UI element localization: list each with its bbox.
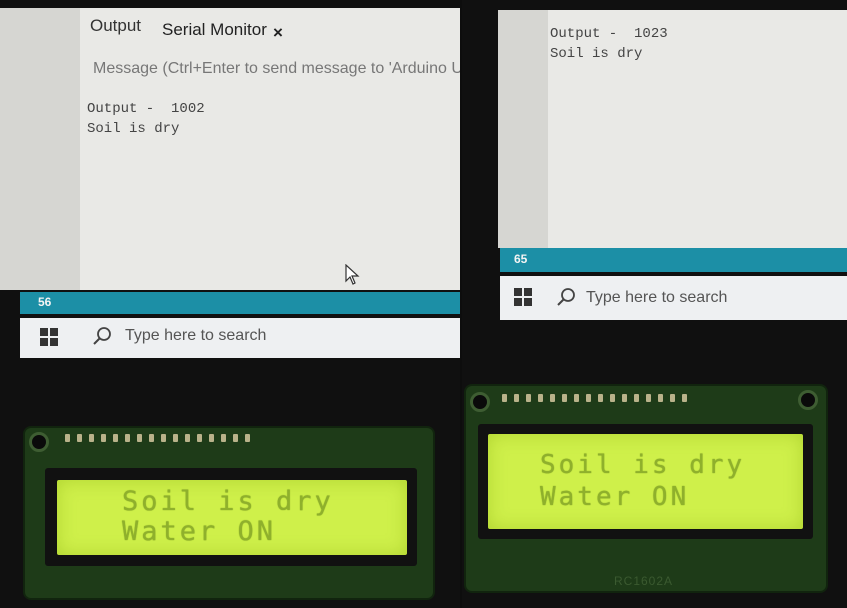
lcd-line-2: Water ON [122,516,277,547]
windows-logo-icon[interactable] [514,288,532,306]
lcd-model-label: RC1602A [614,574,674,588]
search-icon [557,288,575,306]
ide-status-bar: 65 [500,248,847,272]
mounting-hole [798,390,818,410]
mouse-cursor-icon [345,264,360,285]
right-photo: Output - 1023 Soil is dry 65 Type here t… [462,0,847,608]
serial-output-line: Soil is dry [550,46,643,62]
left-photo: Output Serial Monitor × Message (Ctrl+En… [0,0,460,608]
editor-gutter [498,10,548,248]
serial-output-line: Output - 1023 [550,26,668,42]
lcd-screen: Soil is dry Water ON [488,434,803,529]
lcd-module: Soil is dry Water ON [25,428,433,598]
lcd-screen: Soil is dry Water ON [57,480,407,555]
header-pins [65,434,250,444]
serial-output-line: Soil is dry [87,121,180,137]
serial-monitor-panel: Output - 1023 Soil is dry [548,10,847,248]
serial-monitor-panel: Output Serial Monitor × Message (Ctrl+En… [80,8,460,290]
taskbar-search-input[interactable]: Type here to search [586,289,727,307]
lcd-module: Soil is dry Water ON RC1602A [466,386,826,591]
arduino-ide-serial-monitor: Output - 1023 Soil is dry [462,10,847,248]
header-pins [502,394,687,404]
close-icon[interactable]: × [273,23,283,43]
arduino-ide-serial-monitor: Output Serial Monitor × Message (Ctrl+En… [0,8,460,290]
lcd-bezel: Soil is dry Water ON [45,468,417,566]
windows-taskbar: Type here to search [500,276,847,320]
ide-status-bar: 56 [20,292,460,314]
lcd-bezel: Soil is dry Water ON [478,424,813,539]
serial-output-line: Output - 1002 [87,101,205,117]
mounting-hole [470,392,490,412]
status-line-number: 56 [38,295,52,309]
tab-output[interactable]: Output [90,16,141,36]
windows-logo-icon[interactable] [40,328,58,346]
taskbar-search-input[interactable]: Type here to search [125,327,266,345]
lcd-line-2: Water ON [540,482,690,512]
lcd-line-1: Soil is dry [122,486,334,517]
search-icon [93,327,111,345]
mounting-hole [29,432,49,452]
editor-gutter [0,8,80,290]
message-input[interactable]: Message (Ctrl+Enter to send message to '… [93,60,460,78]
windows-taskbar: Type here to search [20,318,460,358]
tab-serial-monitor[interactable]: Serial Monitor [162,20,267,40]
status-line-number: 65 [514,252,528,266]
lcd-line-1: Soil is dry [540,450,746,480]
